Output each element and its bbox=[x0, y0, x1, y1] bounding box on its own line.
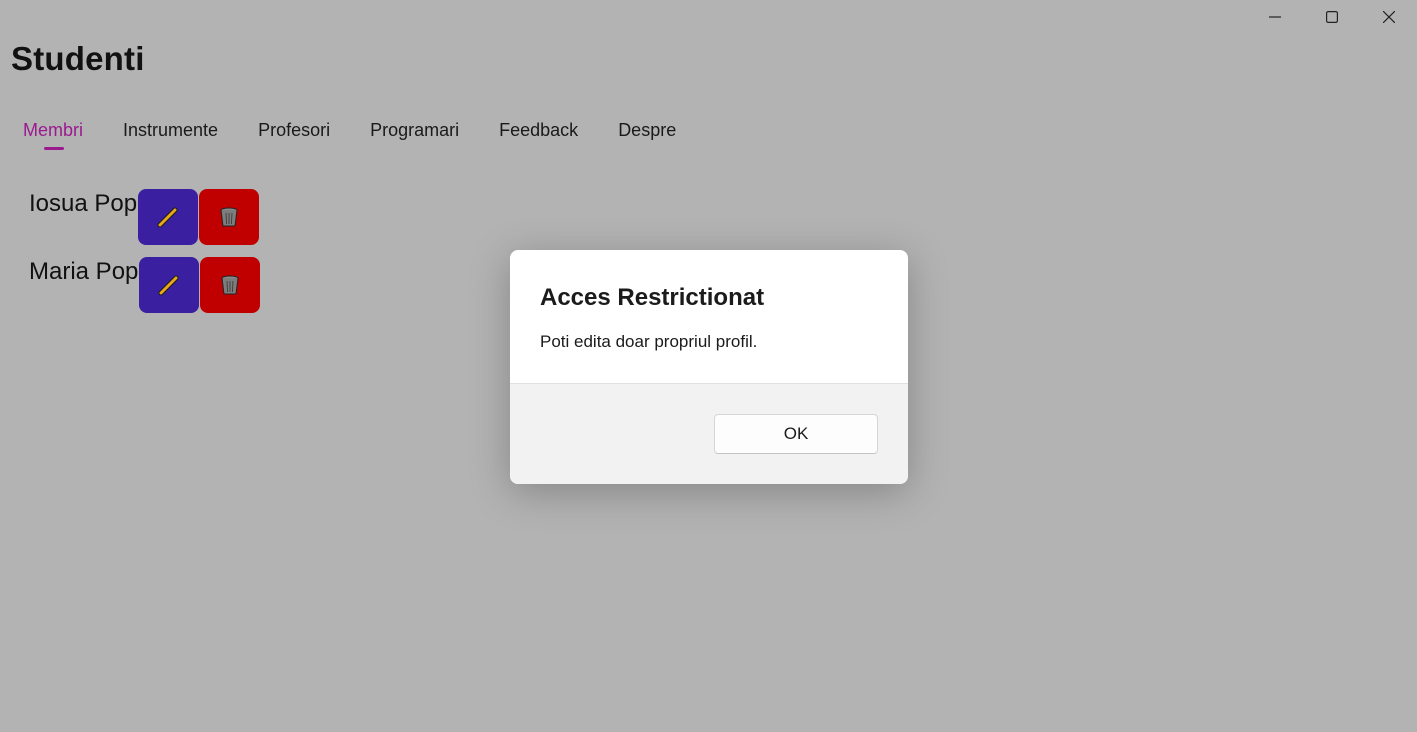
active-tab-indicator bbox=[44, 147, 64, 150]
access-restricted-dialog: Acces Restrictionat Poti edita doar prop… bbox=[510, 250, 908, 484]
tab-label: Profesori bbox=[258, 120, 331, 140]
minimize-button[interactable] bbox=[1246, 0, 1303, 34]
minimize-icon bbox=[1268, 16, 1281, 18]
tab-label: Membri bbox=[23, 120, 84, 140]
maximize-icon bbox=[1325, 11, 1338, 23]
ok-button[interactable]: OK bbox=[714, 414, 878, 454]
tab-feedback[interactable]: Feedback bbox=[499, 119, 578, 153]
tab-label: Instrumente bbox=[123, 120, 219, 140]
dialog-message: Poti edita doar propriul profil. bbox=[540, 332, 758, 351]
tab-label: Programari bbox=[370, 120, 460, 140]
tab-despre[interactable]: Despre bbox=[618, 119, 676, 153]
tab-label: Despre bbox=[618, 120, 677, 140]
list-item: Maria Pop bbox=[29, 257, 261, 313]
window-caption-buttons bbox=[1246, 0, 1417, 34]
maximize-button[interactable] bbox=[1303, 0, 1360, 34]
tab-label: Feedback bbox=[499, 120, 579, 140]
pencil-icon bbox=[157, 207, 178, 228]
tab-instrumente[interactable]: Instrumente bbox=[123, 119, 218, 153]
tab-bar: Membri Instrumente Profesori Programari … bbox=[23, 119, 716, 153]
close-icon bbox=[1382, 11, 1395, 23]
tab-membri[interactable]: Membri bbox=[23, 119, 83, 153]
page-title: Studenti bbox=[11, 40, 145, 77]
edit-member-button[interactable] bbox=[139, 257, 200, 313]
dialog-title: Acces Restrictionat bbox=[540, 284, 765, 311]
pencil-icon bbox=[158, 275, 179, 296]
member-name: Maria Pop bbox=[29, 258, 139, 285]
tab-programari[interactable]: Programari bbox=[370, 119, 459, 153]
edit-member-button[interactable] bbox=[138, 189, 199, 245]
delete-member-button[interactable] bbox=[199, 189, 260, 245]
list-item: Iosua Pop bbox=[29, 189, 260, 245]
member-name: Iosua Pop bbox=[29, 190, 138, 217]
tab-profesori[interactable]: Profesori bbox=[258, 119, 330, 153]
dialog-footer: OK bbox=[510, 383, 908, 484]
app-window: Studenti Membri Instrumente Profesori Pr… bbox=[0, 0, 1417, 732]
delete-member-button[interactable] bbox=[200, 257, 261, 313]
trash-icon bbox=[220, 207, 238, 227]
trash-icon bbox=[221, 275, 239, 295]
close-button[interactable] bbox=[1360, 0, 1417, 34]
